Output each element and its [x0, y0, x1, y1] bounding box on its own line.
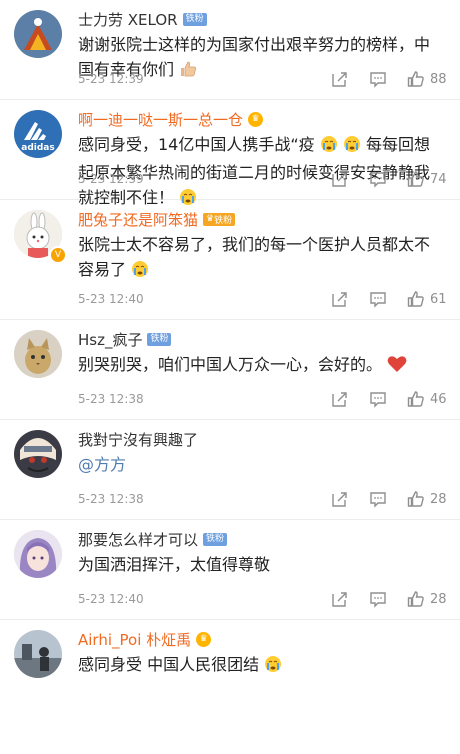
share-button[interactable]: [331, 590, 349, 608]
like-count: 61: [430, 291, 447, 307]
logo-text: adidas: [21, 143, 54, 153]
share-button[interactable]: [331, 290, 349, 308]
comment-text: @方方: [78, 452, 443, 477]
comment-text: 为国洒泪挥汗，太值得尊敬: [78, 555, 271, 574]
comment-icon: [370, 392, 386, 408]
comment-text: 张院士太不容易了，我们的每一个医护人员都太不容易了: [78, 232, 443, 285]
share-icon: [332, 392, 347, 407]
reply-button[interactable]: [369, 290, 387, 308]
avatar[interactable]: [14, 430, 62, 478]
share-icon: [332, 592, 347, 607]
mention-link[interactable]: @方方: [78, 455, 126, 474]
fan-badge: 铁粉: [147, 332, 172, 346]
like-button[interactable]: 46: [407, 390, 450, 408]
avatar[interactable]: [14, 630, 62, 678]
thumbs-up-icon: [407, 71, 424, 87]
username[interactable]: 那要怎么样才可以: [78, 529, 198, 550]
reply-button[interactable]: [369, 390, 387, 408]
thumbs-up-icon: [407, 291, 424, 307]
share-icon: [332, 492, 347, 507]
fan-badge: 铁粉: [203, 532, 228, 546]
username[interactable]: 我對宁沒有興趣了: [78, 429, 198, 450]
like-count: 74: [430, 171, 447, 187]
comment-item: V 肥兔子还是阿笨猫 ♛ 铁粉 张院士太不容易了，我们的每一个医护人员都太不容易了…: [0, 200, 460, 320]
crying-face-icon: [343, 135, 361, 160]
share-icon: [332, 172, 347, 187]
username[interactable]: 士力劳 XELOR: [78, 9, 178, 30]
crying-face-icon: [131, 260, 149, 285]
comment-item: 那要怎么样才可以 铁粉 为国洒泪挥汗，太值得尊敬 5-23 12:40 28: [0, 520, 460, 620]
thumbs-up-icon: [407, 491, 424, 507]
comment-icon: [370, 492, 386, 508]
comment-item: Hsz_疯子 铁粉 别哭别哭，咱们中国人万众一心，会好的。 5-23 12:38…: [0, 320, 460, 420]
timestamp: 5-23 12:40: [78, 292, 144, 306]
like-button[interactable]: 61: [407, 290, 450, 308]
avatar[interactable]: [14, 10, 62, 58]
comment-icon: [370, 172, 386, 188]
share-button[interactable]: [331, 490, 349, 508]
reply-button[interactable]: [369, 70, 387, 88]
timestamp: 5-23 12:38: [78, 392, 144, 406]
thumbs-up-icon: [407, 391, 424, 407]
comment-icon: [370, 292, 386, 308]
username[interactable]: 啊一迪一哒一斯一总一仓: [78, 109, 243, 130]
fan-badge: ♛ 铁粉: [203, 212, 236, 226]
reply-button[interactable]: [369, 170, 387, 188]
like-count: 28: [430, 491, 447, 507]
like-count: 28: [430, 591, 447, 607]
reply-button[interactable]: [369, 590, 387, 608]
username[interactable]: 肥兔子还是阿笨猫: [78, 209, 198, 230]
share-button[interactable]: [331, 170, 349, 188]
share-button[interactable]: [331, 70, 349, 88]
comment-icon: [370, 592, 386, 608]
crying-face-icon: [320, 135, 338, 160]
comment-text: 别哭别哭，咱们中国人万众一心，会好的。: [78, 352, 443, 380]
like-button[interactable]: 88: [407, 70, 450, 88]
like-button[interactable]: 28: [407, 590, 450, 608]
timestamp: 5-23 12:38: [78, 492, 144, 506]
like-button[interactable]: 74: [407, 170, 450, 188]
timestamp: 5-23 12:39: [78, 172, 144, 186]
fan-badge: 铁粉: [182, 12, 207, 26]
avatar[interactable]: adidas: [14, 110, 62, 158]
like-count: 88: [430, 71, 447, 87]
comment-icon: [370, 72, 386, 88]
comment-item: 我對宁沒有興趣了 @方方 5-23 12:38 28: [0, 420, 460, 520]
comment-item: Airhi_Poi 朴炡禹 ♛ 感同身受 中国人民很团结: [0, 620, 460, 680]
username[interactable]: Hsz_疯子: [78, 329, 142, 350]
thumbs-up-icon: [407, 591, 424, 607]
crown-icon: ♛: [248, 111, 264, 127]
comment-item: adidas 啊一迪一哒一斯一总一仓 ♛ 感同身受，14亿中国人携手战“疫 每每…: [0, 100, 460, 207]
red-heart-icon: [387, 355, 407, 380]
verified-badge-icon: V: [49, 246, 67, 264]
share-icon: [332, 292, 347, 307]
crying-face-icon: [264, 655, 282, 680]
reply-button[interactable]: [369, 490, 387, 508]
thumbs-up-icon: [407, 171, 424, 187]
timestamp: 5-23 12:40: [78, 592, 144, 606]
comment-text: 感同身受 中国人民很团结: [78, 652, 443, 680]
avatar[interactable]: [14, 330, 62, 378]
timestamp: 5-23 12:39: [78, 72, 144, 86]
share-button[interactable]: [331, 390, 349, 408]
avatar[interactable]: [14, 530, 62, 578]
username[interactable]: Airhi_Poi 朴炡禹: [78, 629, 191, 650]
crown-icon: ♛: [196, 631, 212, 647]
like-button[interactable]: 28: [407, 490, 450, 508]
like-count: 46: [430, 391, 447, 407]
comment-item: 士力劳 XELOR 铁粉 谢谢张院士这样的为国家付出艰辛努力的榜样，中国有幸有你…: [0, 0, 460, 100]
share-icon: [332, 72, 347, 87]
